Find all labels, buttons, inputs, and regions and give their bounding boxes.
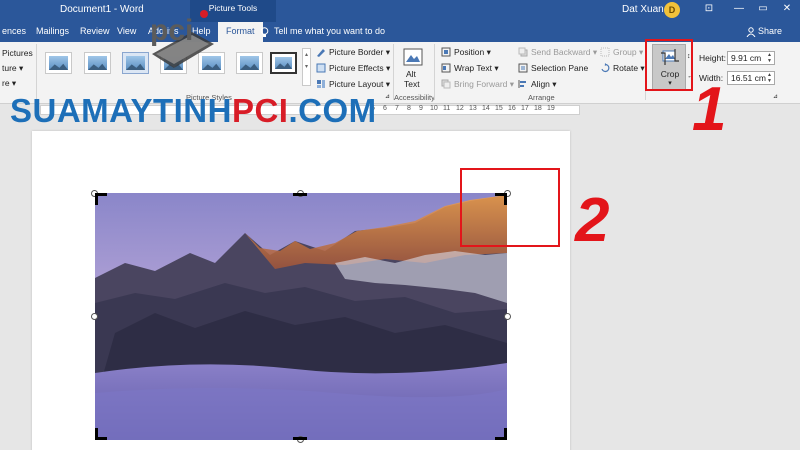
picture-style-thumb[interactable] [270,52,297,74]
ruler-number: 16 [508,105,516,112]
avatar[interactable]: D [664,2,680,18]
picture-style-thumb[interactable] [236,52,263,74]
crop-handle-bottom[interactable] [293,437,307,440]
resize-handle-left[interactable] [91,313,98,320]
selected-picture[interactable] [95,193,507,440]
annotation-step-2: 2 [575,186,610,255]
group-separator [434,44,435,100]
ruler-number: 7 [395,105,399,112]
ruler-number: 10 [430,105,438,112]
tab-references[interactable]: ences [2,26,26,36]
ruler-number: 14 [482,105,490,112]
pci-logo-watermark: pci [150,10,214,68]
ruler-number: 12 [456,105,464,112]
send-backward-command[interactable]: Send Backward ▾ [531,47,597,58]
ruler-number: 19 [547,105,555,112]
alt-text-button-line2[interactable]: Text [404,79,420,89]
selection-pane-icon [518,63,528,73]
picture-style-thumb[interactable] [84,52,111,74]
selection-pane-command[interactable]: Selection Pane [531,63,588,73]
tab-mailings[interactable]: Mailings [36,26,69,36]
ruler-number: 13 [469,105,477,112]
group-separator [393,44,394,100]
user-name[interactable]: Dat Xuan [622,4,664,15]
group-command[interactable]: Group ▾ [613,47,643,58]
share-button[interactable]: Share [758,26,782,36]
arrange-group-label: Arrange [528,93,555,102]
size-dialog-launcher-icon[interactable]: ⊿ [773,93,778,100]
ruler-number: 15 [495,105,503,112]
change-picture-command[interactable]: ture ▾ [2,63,23,74]
height-label: Height: [699,53,726,63]
bring-forward-icon [441,79,451,89]
wrap-text-icon [441,63,451,73]
dialog-launcher-icon[interactable]: ⊿ [385,93,390,100]
alt-text-icon [403,48,423,66]
wrap-text-command[interactable]: Wrap Text ▾ [454,63,499,74]
width-value: 16.51 cm [731,73,766,83]
picture-style-thumb[interactable] [45,52,72,74]
rotate-icon [601,63,610,73]
tab-view[interactable]: View [117,26,136,36]
accessibility-group-label: Accessibility [394,93,435,102]
picture-border-icon [317,49,325,57]
send-backward-icon [518,47,528,57]
ribbon-display-options-icon[interactable]: ⊡ [700,3,718,19]
resize-handle-right[interactable] [504,313,511,320]
picture-effects-icon [316,63,326,73]
height-input[interactable]: 9.91 cm ▲ ▼ [727,51,775,65]
picture-layout-command[interactable]: Picture Layout ▾ [329,79,390,90]
close-button[interactable]: ✕ [778,3,796,19]
align-command[interactable]: Align ▾ [531,79,557,90]
tell-me-search[interactable]: Tell me what you want to do [274,26,385,36]
site-watermark: SUAMAYTINHPCI.COM [10,92,377,130]
width-spinner[interactable]: ▲ ▼ [767,72,772,84]
align-icon [518,80,526,88]
alt-text-button[interactable]: Alt [406,69,416,79]
annotation-box-crop [645,39,693,91]
watermark-red-text: PCI [231,92,289,129]
bring-forward-command[interactable]: Bring Forward ▾ [454,79,514,90]
picture-effects-command[interactable]: Picture Effects ▾ [329,63,390,74]
ruler-number: 17 [521,105,529,112]
share-person-icon [746,27,756,37]
crop-handle-top-left[interactable] [95,193,98,205]
height-value: 9.91 cm [731,53,762,63]
picture-border-command[interactable]: Picture Border ▾ [329,47,390,58]
ruler-number: 18 [534,105,542,112]
position-command[interactable]: Position ▾ [454,47,491,58]
position-icon [441,47,451,57]
restore-button[interactable]: ▭ [754,3,772,19]
crop-handle-bottom-right[interactable] [495,437,507,440]
picture-layout-icon [317,80,325,88]
ruler-number: 6 [383,105,387,112]
ruler-number: 11 [443,105,451,112]
width-input[interactable]: 16.51 cm ▲ ▼ [727,71,775,85]
tab-review[interactable]: Review [80,26,110,36]
lightbulb-icon [260,27,269,37]
ruler-number: 8 [407,105,411,112]
tab-format[interactable]: Format [218,22,263,42]
watermark-blue-text: SUAMAYTINH [10,92,232,129]
logo-text: pci [150,14,193,47]
annotation-box-corner [460,168,560,247]
rotate-command[interactable]: Rotate ▾ [613,63,645,74]
crop-handle-bottom-left[interactable] [95,437,107,440]
compress-pictures-command[interactable]: Pictures [2,48,33,58]
title-bar: Document1 - Word Picture Tools Dat Xuan … [0,0,800,22]
window-title: Document1 - Word [60,4,144,15]
gallery-scroll-control[interactable]: ▴ ▾ [302,48,311,86]
mountain-photo [95,193,507,440]
height-spinner[interactable]: ▲ ▼ [767,52,772,64]
reset-picture-command[interactable]: re ▾ [2,78,16,89]
group-icon [600,47,610,57]
annotation-step-1: 1 [692,75,727,144]
ruler-number: 9 [419,105,423,112]
crop-handle-top[interactable] [293,193,307,196]
minimize-button[interactable]: — [730,3,748,19]
watermark-tail-text: .COM [288,92,377,129]
